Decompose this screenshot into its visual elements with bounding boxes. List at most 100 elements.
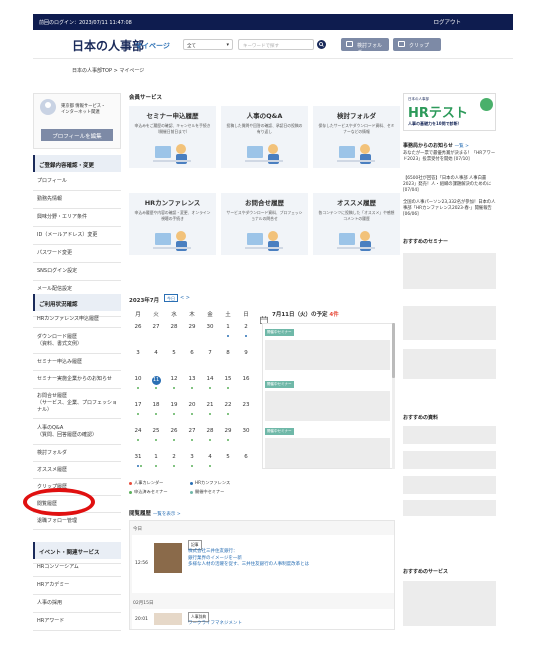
schedule-item[interactable]: [265, 340, 390, 370]
clip-button[interactable]: クリップ: [393, 38, 441, 51]
calendar-day[interactable]: 15: [219, 376, 237, 382]
logout-link[interactable]: ログアウト: [433, 18, 461, 26]
search-category-select[interactable]: 全て ▾: [183, 39, 233, 50]
calendar-day[interactable]: 30: [201, 324, 219, 330]
service-card[interactable]: お問合せ履歴 サービスやダウンロード資料、プロフェッショナルの問合せ: [221, 193, 308, 255]
calendar-day[interactable]: 29: [183, 324, 201, 330]
calendar-day[interactable]: 7: [201, 350, 219, 356]
schedule-item[interactable]: [265, 438, 390, 468]
history-more-link[interactable]: 一覧を表示 >: [153, 512, 181, 517]
sidebar-item[interactable]: 人事の採用: [33, 595, 121, 613]
sidebar-item[interactable]: HRアワード: [33, 613, 121, 631]
calendar-day[interactable]: 27: [183, 428, 201, 434]
sidebar-item[interactable]: SNSログイン設定: [33, 263, 121, 281]
calendar-day[interactable]: 4: [147, 350, 165, 356]
news-item[interactable]: 全国の人事パーソン23,332名が参加！日本の人事部「HRカンファレンス2023…: [403, 200, 496, 218]
site-logo[interactable]: 日本の人事部: [72, 37, 144, 54]
sidebar-item[interactable]: お問合せ履歴 （サービス、企業、プロフェッショナル）: [33, 389, 121, 419]
calendar-day[interactable]: 6: [237, 454, 255, 460]
service-box[interactable]: [403, 581, 496, 626]
news-item[interactable]: 【6500社が回答】「日本の人事部 人事白書2023」発売！人・組織の課題解決の…: [403, 176, 496, 194]
calendar-day[interactable]: 28: [201, 428, 219, 434]
calendar-day[interactable]: 19: [165, 402, 183, 408]
today-button[interactable]: 今日: [164, 294, 178, 302]
calendar-day[interactable]: 10: [129, 376, 147, 382]
calendar-day[interactable]: 8: [219, 350, 237, 356]
history-link[interactable]: 株式会社三井住友銀行： 銀行業界のイメージを一新 多様な人材の活躍を促す、三井住…: [188, 549, 363, 569]
calendar-day[interactable]: 3: [183, 454, 201, 460]
service-card[interactable]: 検討フォルダ 保存したサービスやダウンロード資料、セミナーなどの情報: [313, 106, 400, 168]
doc-box[interactable]: [403, 476, 496, 494]
service-card[interactable]: 人事のQ&A 投稿した質問や回答の確認、承認日の投稿の有り返し: [221, 106, 308, 168]
calendar-day[interactable]: 4: [201, 454, 219, 460]
service-card[interactable]: HRカンファレンス 申込み履歴や内容の確認・変更、オンライン視聴の手続き: [129, 193, 216, 255]
news-item[interactable]: あなたが一票で最優秀賞が決まる！「HRアワード2023」投票受付を開始 [07/…: [403, 151, 496, 163]
schedule-item[interactable]: [265, 391, 390, 421]
calendar-day[interactable]: 2: [237, 324, 255, 330]
calendar-day[interactable]: 12: [165, 376, 183, 382]
calendar-day[interactable]: 5: [219, 454, 237, 460]
calendar-day[interactable]: 9: [237, 350, 255, 356]
calendar-day[interactable]: 26: [165, 428, 183, 434]
calendar-day[interactable]: 1: [219, 324, 237, 330]
seminar-box[interactable]: [403, 306, 496, 340]
calendar-day[interactable]: 26: [129, 324, 147, 330]
calendar-nav[interactable]: < >: [180, 295, 190, 301]
calendar-day[interactable]: 13: [183, 376, 201, 382]
service-card[interactable]: セミナー申込履歴 申込みをご履歴の確認、キャンセルを手続き（開催日前日まで）: [129, 106, 216, 168]
edit-profile-button[interactable]: プロフィールを編集: [41, 129, 113, 141]
calendar-day[interactable]: 27: [147, 324, 165, 330]
seminar-box[interactable]: [403, 349, 496, 379]
sidebar-item[interactable]: HRアカデミー: [33, 577, 121, 595]
sidebar-item[interactable]: HRカンファレンス申込履歴: [33, 311, 121, 328]
search-button[interactable]: [317, 40, 326, 49]
sidebar-item[interactable]: パスワード変更: [33, 245, 121, 263]
calendar-day[interactable]: 17: [129, 402, 147, 408]
sidebar-item[interactable]: セミナー申込み履歴: [33, 354, 121, 371]
doc-box[interactable]: [403, 426, 496, 444]
sidebar-item[interactable]: ID（メールアドレス）変更: [33, 227, 121, 245]
sidebar-item[interactable]: 勤務先情報: [33, 191, 121, 209]
calendar-day[interactable]: 2: [165, 454, 183, 460]
breadcrumb[interactable]: 日本の人事部TOP > マイページ: [72, 67, 144, 74]
sidebar-item[interactable]: プロフィール: [33, 172, 121, 191]
calendar-day[interactable]: 20: [183, 402, 201, 408]
doc-box[interactable]: [403, 500, 496, 516]
sidebar-item[interactable]: オススメ履歴: [33, 462, 121, 479]
hr-test-banner[interactable]: 日本の人事部 HRテスト 人事の基礎力を10問で診断！: [403, 93, 496, 131]
seminar-box[interactable]: [403, 253, 496, 289]
calendar-day[interactable]: 29: [219, 428, 237, 434]
schedule-list[interactable]: 開催中セミナー 開催中セミナー 開催中セミナー: [262, 323, 394, 469]
calendar-day[interactable]: 31: [129, 454, 147, 460]
calendar-day[interactable]: 1: [147, 454, 165, 460]
sidebar-item[interactable]: セミナー実施企業からのお知らせ: [33, 371, 121, 389]
sidebar-item[interactable]: 退職フォロー管理: [33, 513, 121, 530]
calendar-day[interactable]: 6: [183, 350, 201, 356]
history-link[interactable]: ワークライフマネジメント: [188, 620, 242, 626]
calendar-day[interactable]: 25: [147, 428, 165, 434]
calendar-day[interactable]: 22: [219, 402, 237, 408]
calendar-day[interactable]: 3: [129, 350, 147, 356]
folder-button[interactable]: 検討フォルダ: [341, 38, 389, 56]
news-more-link[interactable]: 一覧 >: [455, 144, 469, 149]
doc-box[interactable]: [403, 451, 496, 469]
calendar-day[interactable]: 5: [165, 350, 183, 356]
sidebar-item[interactable]: 人事のQ&A （質問、回答履歴の確認）: [33, 419, 121, 445]
service-card[interactable]: オススメ履歴 各コンテンツに投稿した「オススメ」や感想コメントの履歴: [313, 193, 400, 255]
sidebar-item[interactable]: 検討フォルダ: [33, 445, 121, 462]
calendar-day-selected[interactable]: 11: [151, 376, 161, 385]
calendar-day[interactable]: 18: [147, 402, 165, 408]
history-row[interactable]: 12:56 記事 株式会社三井住友銀行： 銀行業界のイメージを一新 多様な人材の…: [132, 535, 394, 593]
search-input[interactable]: キーワードで探す: [238, 39, 314, 50]
sidebar-item[interactable]: HRコンソーシアム: [33, 559, 121, 577]
history-row[interactable]: 20:01 人事辞典 ワークライフマネジメント: [132, 609, 394, 629]
calendar-day[interactable]: 23: [237, 402, 255, 408]
calendar-day[interactable]: 30: [237, 428, 255, 434]
calendar-day[interactable]: 14: [201, 376, 219, 382]
sidebar-item[interactable]: 興味分野・エリア条件: [33, 209, 121, 227]
calendar-day[interactable]: 16: [237, 376, 255, 382]
calendar-day[interactable]: 28: [165, 324, 183, 330]
sidebar-item[interactable]: ダウンロード履歴 （資料、書式文例）: [33, 328, 121, 354]
calendar-day[interactable]: 21: [201, 402, 219, 408]
calendar-day[interactable]: 24: [129, 428, 147, 434]
